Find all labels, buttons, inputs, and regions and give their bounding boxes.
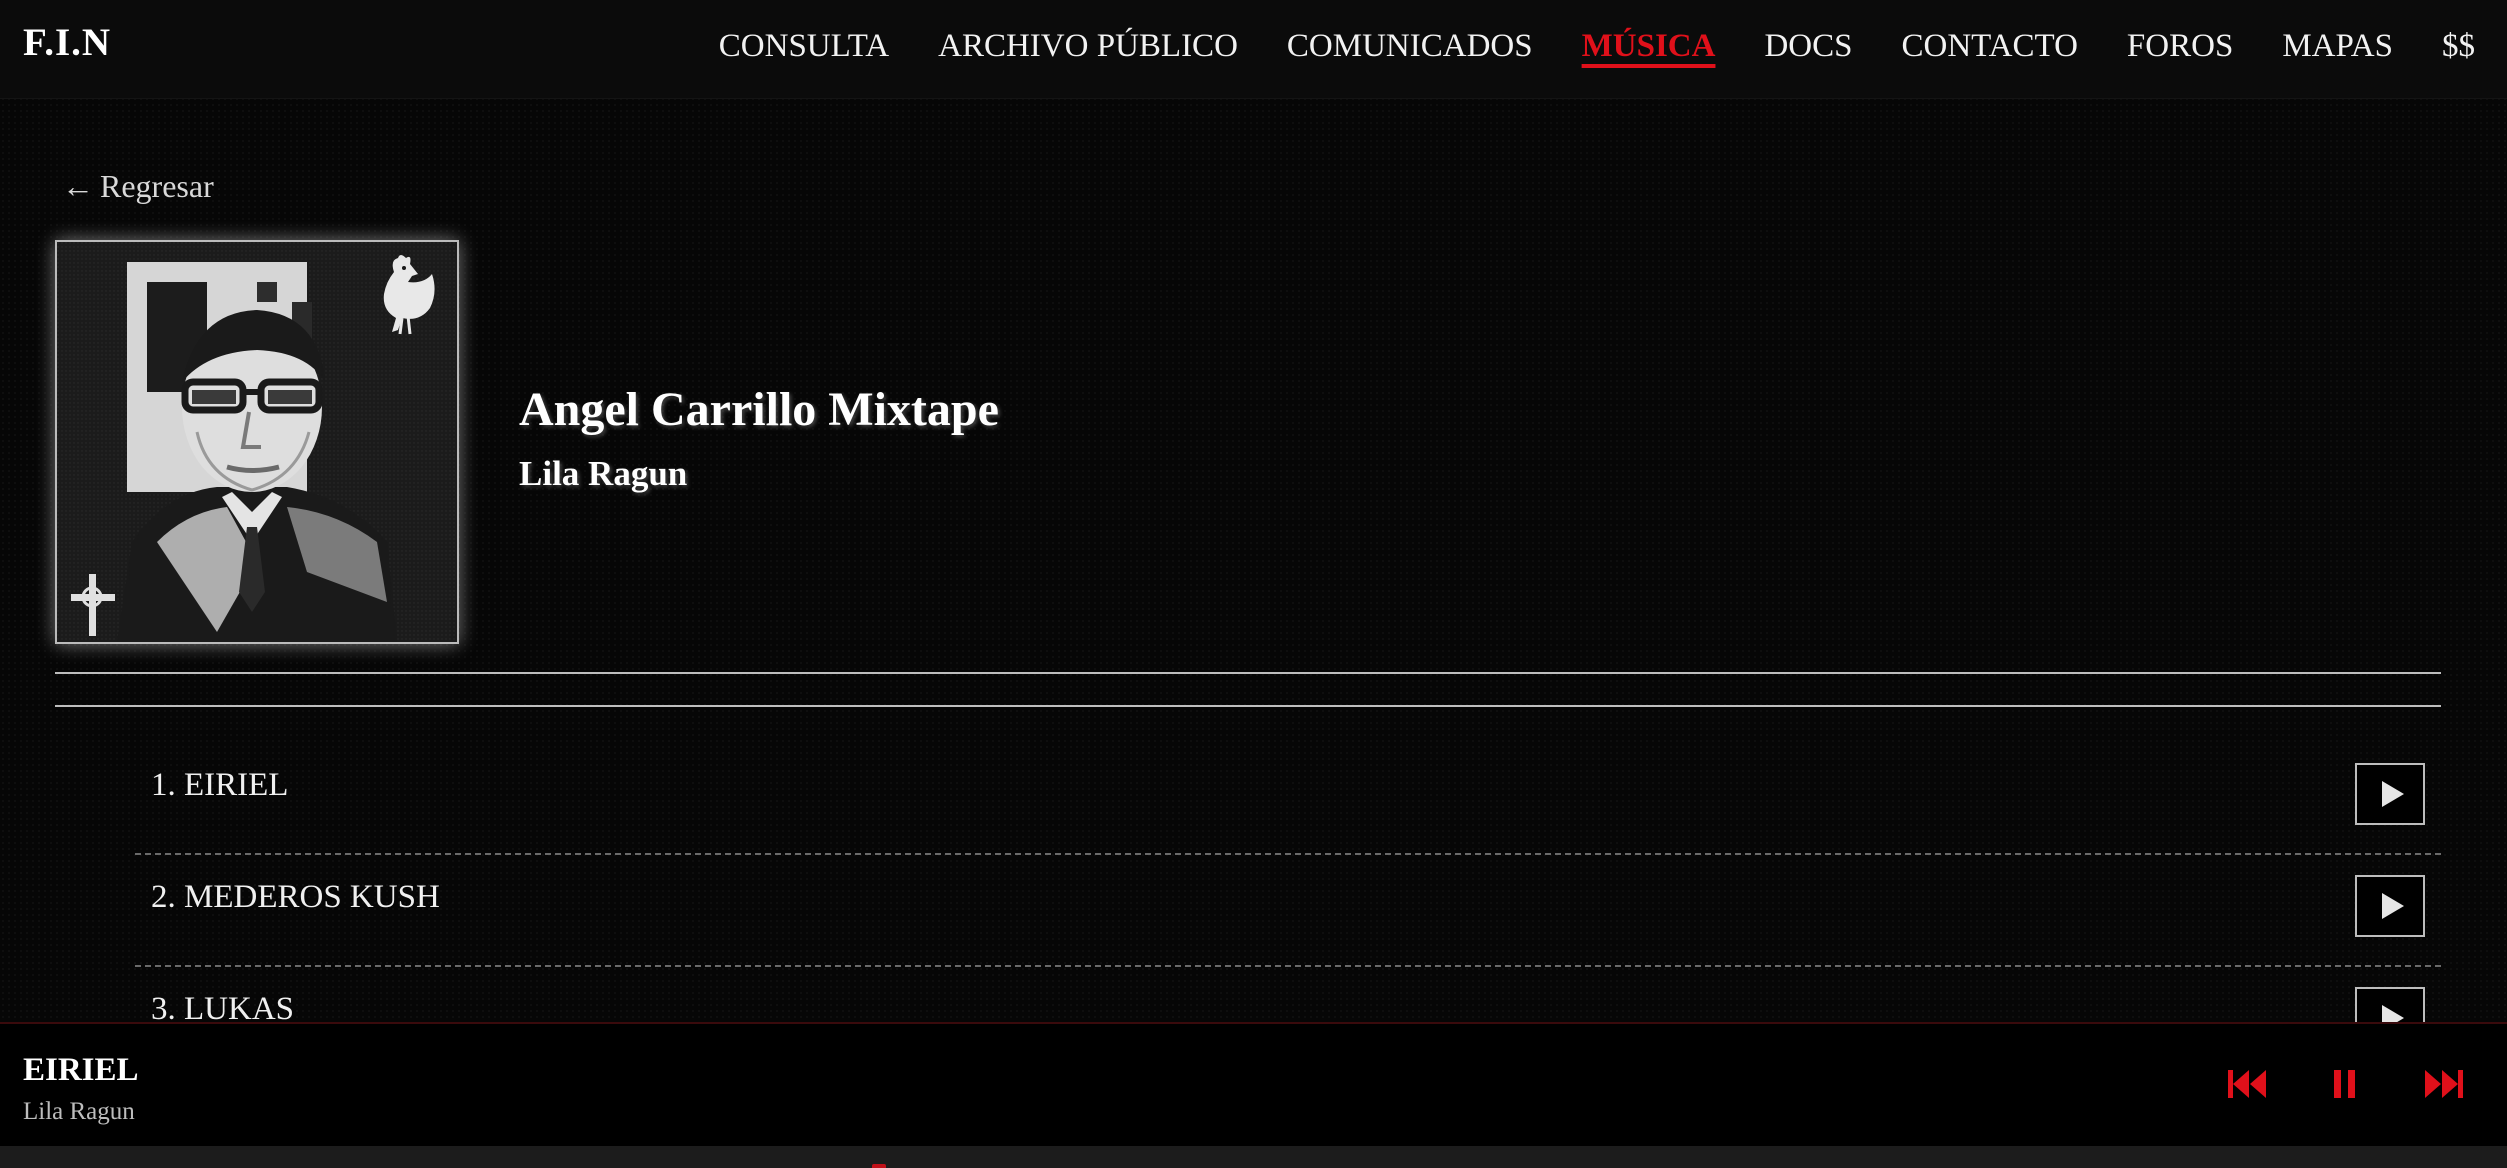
pause-button[interactable] xyxy=(2334,1068,2356,1100)
album-artist: Lila Ragun xyxy=(519,454,688,493)
back-link-label: Regresar xyxy=(100,168,214,204)
nav-item-donate[interactable]: $$ xyxy=(2442,24,2475,68)
nav-item-mapas[interactable]: MAPAS xyxy=(2282,24,2393,68)
play-icon xyxy=(2382,893,2404,919)
player-bar: EIRIEL Lila Ragun xyxy=(0,1022,2507,1148)
main-nav: CONSULTA ARCHIVO PÚBLICO COMUNICADOS MÚS… xyxy=(670,24,2475,68)
section-divider xyxy=(55,705,2441,707)
track-title: 2. MEDEROS KUSH xyxy=(151,879,440,915)
nav-item-docs[interactable]: DOCS xyxy=(1764,24,1852,68)
previous-track-button[interactable] xyxy=(2228,1068,2268,1100)
nav-item-contacto[interactable]: CONTACTO xyxy=(1901,24,2077,68)
nav-item-archivo-publico[interactable]: ARCHIVO PÚBLICO xyxy=(938,24,1238,68)
top-nav-bar: F.I.N CONSULTA ARCHIVO PÚBLICO COMUNICAD… xyxy=(0,0,2507,99)
nav-item-comunicados[interactable]: COMUNICADOS xyxy=(1287,24,1533,68)
back-link[interactable]: ← Regresar xyxy=(62,168,214,205)
track-title: 1. EIRIEL xyxy=(151,767,289,803)
play-button[interactable] xyxy=(2355,875,2425,937)
section-divider xyxy=(55,672,2441,674)
back-arrow-icon: ← xyxy=(62,168,94,204)
nav-item-musica[interactable]: MÚSICA xyxy=(1582,24,1716,68)
progress-strip[interactable] xyxy=(0,1146,2507,1168)
now-playing-artist: Lila Ragun xyxy=(23,1098,135,1125)
site-logo[interactable]: F.I.N xyxy=(23,20,111,65)
track-row[interactable]: 1. EIRIEL xyxy=(135,745,2441,855)
nav-item-foros[interactable]: FOROS xyxy=(2127,24,2233,68)
album-cover-art xyxy=(57,242,457,642)
next-track-button[interactable] xyxy=(2423,1068,2463,1100)
album-title: Angel Carrillo Mixtape xyxy=(519,383,999,436)
now-playing-title: EIRIEL xyxy=(23,1052,139,1088)
play-icon xyxy=(2382,781,2404,807)
album-cover xyxy=(55,240,459,644)
track-row[interactable]: 2. MEDEROS KUSH xyxy=(135,857,2441,967)
progress-indicator[interactable] xyxy=(872,1164,886,1168)
nav-item-consulta[interactable]: CONSULTA xyxy=(719,24,889,68)
play-button[interactable] xyxy=(2355,763,2425,825)
